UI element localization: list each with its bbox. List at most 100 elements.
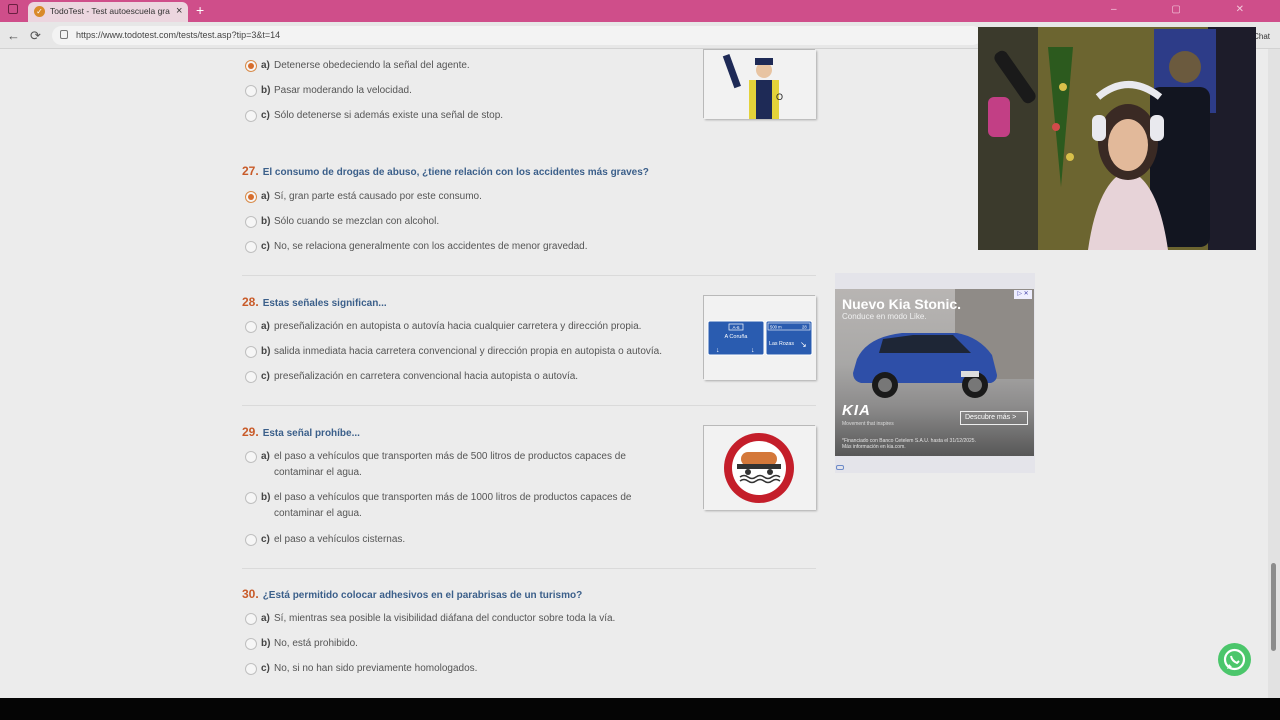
ad-slogan: Movement that inspires bbox=[842, 421, 894, 427]
radio[interactable] bbox=[245, 346, 257, 358]
sign-exit-number: 28 bbox=[802, 325, 807, 330]
option-text: el paso a vehículos que transporten más … bbox=[274, 451, 626, 478]
option-text: preseñalización en autopista o autovía h… bbox=[274, 321, 642, 332]
radio[interactable] bbox=[245, 451, 257, 463]
divider bbox=[242, 405, 816, 406]
radio[interactable] bbox=[245, 241, 257, 253]
divider bbox=[242, 275, 816, 276]
site-info-icon[interactable] bbox=[60, 30, 68, 39]
ad-indicator-icon[interactable] bbox=[836, 465, 844, 470]
taskbar bbox=[0, 698, 1280, 720]
question-number: 28. bbox=[242, 295, 259, 309]
traffic-agent-image: O bbox=[703, 49, 816, 119]
cta-label: Descubre más bbox=[965, 414, 1011, 421]
traffic-agent-icon: O bbox=[704, 50, 816, 119]
option-letter: b) bbox=[261, 492, 271, 503]
question-27: 27. El consumo de drogas de abuso, ¿tiene… bbox=[242, 164, 702, 259]
url-text[interactable]: https://www.todotest.com/tests/test.asp?… bbox=[76, 30, 280, 40]
question-title: 27. El consumo de drogas de abuso, ¿tiene… bbox=[242, 164, 649, 178]
option-text: el paso a vehículos cisternas. bbox=[274, 534, 406, 545]
road-signs-image: A-6 A Coruña ↓ ↓ 500 m 28 Las Rozas ↘ bbox=[703, 295, 816, 380]
todotest-favicon-icon: ✓ bbox=[34, 6, 45, 17]
ad-choices-icon[interactable]: ▷ ✕ bbox=[1014, 290, 1032, 299]
window-controls[interactable]: – ▢ ✕ bbox=[1111, 4, 1270, 15]
radio[interactable] bbox=[245, 613, 257, 625]
question-number: 30. bbox=[242, 587, 259, 601]
scrollbar[interactable] bbox=[1268, 49, 1280, 698]
streamer-webcam-icon bbox=[978, 27, 1256, 250]
motorway-signs-icon: A-6 A Coruña ↓ ↓ 500 m 28 Las Rozas ↘ bbox=[704, 296, 816, 380]
question-title: 30. ¿Está permitido colocar adhesivos en … bbox=[242, 587, 582, 601]
radio[interactable] bbox=[245, 534, 257, 546]
option-text: Sólo cuando se mezclan con alcohol. bbox=[274, 216, 440, 227]
radio[interactable] bbox=[245, 492, 257, 504]
radio[interactable] bbox=[245, 321, 257, 333]
radio[interactable] bbox=[245, 638, 257, 650]
new-tab-button[interactable]: + bbox=[196, 2, 204, 18]
whatsapp-button[interactable] bbox=[1218, 643, 1251, 676]
option-letter: b) bbox=[261, 216, 271, 227]
webcam-overlay bbox=[978, 27, 1256, 250]
sign-city-right: Las Rozas bbox=[769, 341, 794, 347]
option-letter: a) bbox=[261, 451, 270, 462]
option-letter: b) bbox=[261, 346, 271, 357]
sign-distance: 500 m bbox=[770, 325, 782, 330]
reload-icon[interactable]: ⟳ bbox=[30, 28, 41, 44]
ad-title: Nuevo Kia Stonic. bbox=[842, 296, 962, 312]
scrollbar-thumb[interactable] bbox=[1271, 563, 1276, 651]
option-text: No, se relaciona generalmente con los ac… bbox=[274, 241, 588, 252]
question-number: 29. bbox=[242, 425, 259, 439]
arrow-down-icon: ↓ bbox=[751, 347, 755, 354]
address-bar[interactable]: https://www.todotest.com/tests/test.asp?… bbox=[52, 26, 982, 45]
question-28: 28. Estas señales significan... a) preseñ… bbox=[242, 295, 702, 390]
tab-todotest[interactable]: ✓ TodoTest - Test autoescuela gratis × bbox=[28, 2, 188, 22]
ad-subtitle: Conduce en modo Like. bbox=[842, 312, 927, 321]
option-text: Pasar moderando la velocidad. bbox=[274, 85, 412, 96]
prohibition-sign-image bbox=[703, 425, 816, 510]
tab-close-icon[interactable]: × bbox=[176, 5, 182, 17]
kia-logo: KIA bbox=[842, 402, 871, 419]
sign-road-number: A-6 bbox=[732, 325, 740, 330]
arrow-down-icon: ↓ bbox=[716, 347, 720, 354]
option-text: preseñalización en carretera convenciona… bbox=[274, 371, 579, 382]
option-text: No, si no han sido previamente homologad… bbox=[274, 663, 478, 674]
ad-legal-text: *Financiado con Banco Cetelem S.A.U. has… bbox=[842, 438, 976, 450]
option-letter: c) bbox=[261, 534, 270, 545]
option-letter: c) bbox=[261, 241, 270, 252]
option-text: Sólo detenerse si además existe una seña… bbox=[274, 110, 504, 121]
option-letter: c) bbox=[261, 663, 270, 674]
option-letter: a) bbox=[261, 613, 270, 624]
option-text: salida inmediata hacia carretera convenc… bbox=[274, 346, 663, 357]
tab-bar: ✓ TodoTest - Test autoescuela gratis × +… bbox=[0, 0, 1280, 22]
radio[interactable] bbox=[245, 85, 257, 97]
radio[interactable] bbox=[245, 371, 257, 383]
radio-selected[interactable] bbox=[245, 191, 257, 203]
option-text: Sí, gran parte está causado por este con… bbox=[274, 191, 482, 202]
question-30: 30. ¿Está permitido colocar adhesivos en … bbox=[242, 587, 702, 682]
option-letter: a) bbox=[261, 321, 270, 332]
tab-actions-icon[interactable] bbox=[8, 4, 18, 14]
arrow-exit-icon: ↘ bbox=[800, 340, 807, 349]
agent-badge: O bbox=[776, 92, 783, 102]
option-letter: c) bbox=[261, 371, 270, 382]
question-26: a) Detenerse obedeciendo la señal del ag… bbox=[242, 58, 702, 128]
option-letter: b) bbox=[261, 85, 271, 96]
tab-title: TodoTest - Test autoescuela gratis bbox=[50, 6, 170, 16]
chevron-right-icon: > bbox=[1012, 414, 1017, 421]
option-text: Sí, mientras sea posible la visibilidad … bbox=[274, 613, 616, 624]
discover-more-button[interactable]: Descubre más > bbox=[960, 411, 1028, 425]
question-text: Estas señales significan... bbox=[262, 298, 387, 309]
option-letter: c) bbox=[261, 110, 270, 121]
question-text: ¿Está permitido colocar adhesivos en el … bbox=[262, 590, 583, 601]
question-title: 28. Estas señales significan... bbox=[242, 295, 387, 309]
option-text: el paso a vehículos que transporten más … bbox=[274, 492, 632, 519]
radio[interactable] bbox=[245, 663, 257, 675]
radio-selected[interactable] bbox=[245, 60, 257, 72]
option-letter: b) bbox=[261, 638, 271, 649]
radio[interactable] bbox=[245, 216, 257, 228]
kia-ad-banner[interactable]: Nuevo Kia Stonic. Conduce en modo Like. … bbox=[835, 289, 1034, 456]
option-text: Detenerse obedeciendo la señal del agent… bbox=[274, 60, 470, 71]
whatsapp-icon bbox=[1223, 648, 1246, 671]
radio[interactable] bbox=[245, 110, 257, 122]
back-icon[interactable]: ← bbox=[7, 28, 20, 43]
